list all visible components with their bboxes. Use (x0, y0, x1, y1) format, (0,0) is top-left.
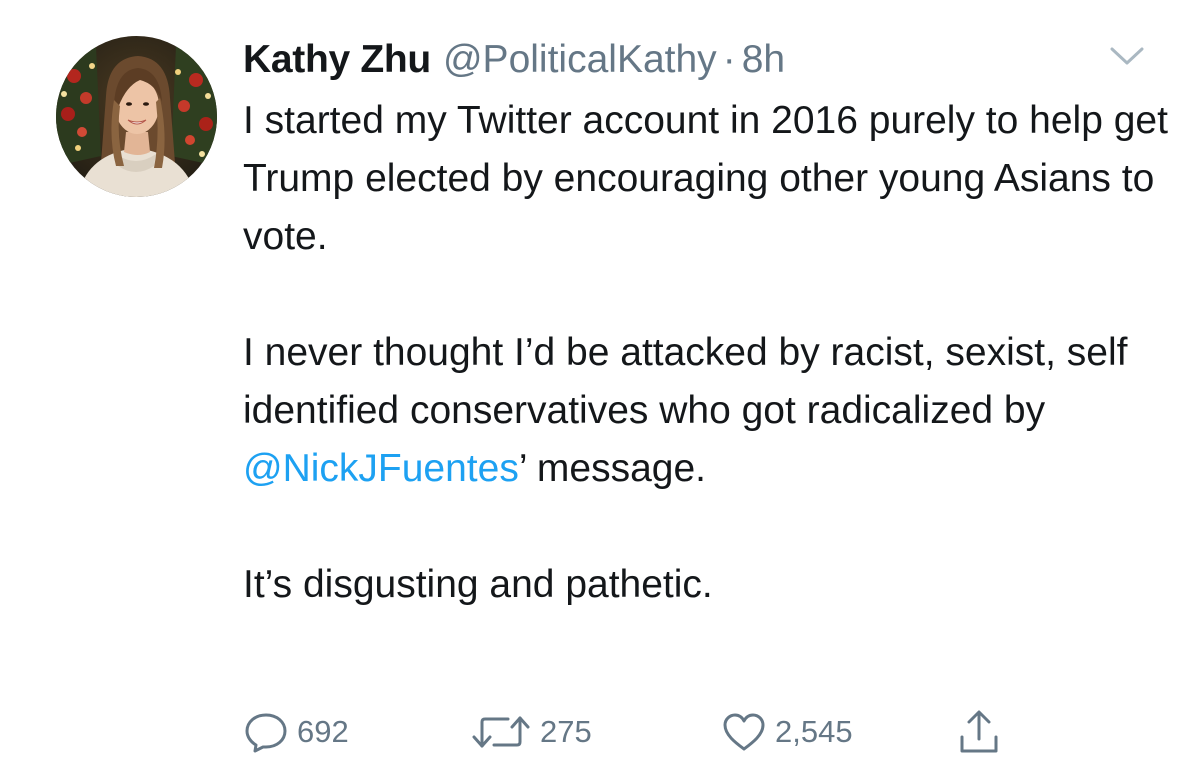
tweet-header: Kathy Zhu @PoliticalKathy · 8h (243, 34, 785, 86)
share-icon (960, 710, 998, 753)
retweet-button[interactable]: 275 (470, 704, 592, 760)
chevron-down-icon (1110, 47, 1144, 65)
author-name[interactable]: Kathy Zhu (243, 34, 431, 86)
reply-button[interactable]: 692 (243, 704, 349, 760)
retweet-icon (472, 716, 530, 748)
tweet-text-segment: ’ message. (518, 447, 706, 490)
tweet-paragraph: I never thought I’d be attacked by racis… (243, 324, 1173, 498)
tweet-paragraph: It’s disgusting and pathetic. (243, 563, 713, 606)
separator-dot: · (722, 38, 736, 81)
tweet-timestamp[interactable]: 8h (742, 34, 785, 86)
heart-icon (723, 713, 765, 751)
share-button[interactable] (957, 704, 1001, 760)
tweet-menu-button[interactable] (1108, 44, 1146, 68)
like-count: 2,545 (775, 714, 853, 749)
tweet-text: I started my Twitter account in 2016 pur… (243, 92, 1173, 614)
tweet-paragraph: I started my Twitter account in 2016 pur… (243, 99, 1168, 258)
tweet-text-segment: I never thought I’d be attacked by racis… (243, 331, 1128, 432)
like-button[interactable]: 2,545 (721, 704, 853, 760)
reply-icon (245, 713, 287, 753)
tweet: Kathy Zhu @PoliticalKathy · 8h I started… (0, 0, 1200, 776)
retweet-count: 275 (540, 714, 592, 749)
tweet-actions: 692 275 2,545 (243, 704, 1023, 760)
author-handle[interactable]: @PoliticalKathy (443, 34, 717, 86)
reply-count: 692 (297, 714, 349, 749)
avatar[interactable] (56, 36, 217, 197)
profile-photo-icon (56, 36, 217, 197)
mention-link[interactable]: @NickJFuentes (243, 447, 519, 490)
